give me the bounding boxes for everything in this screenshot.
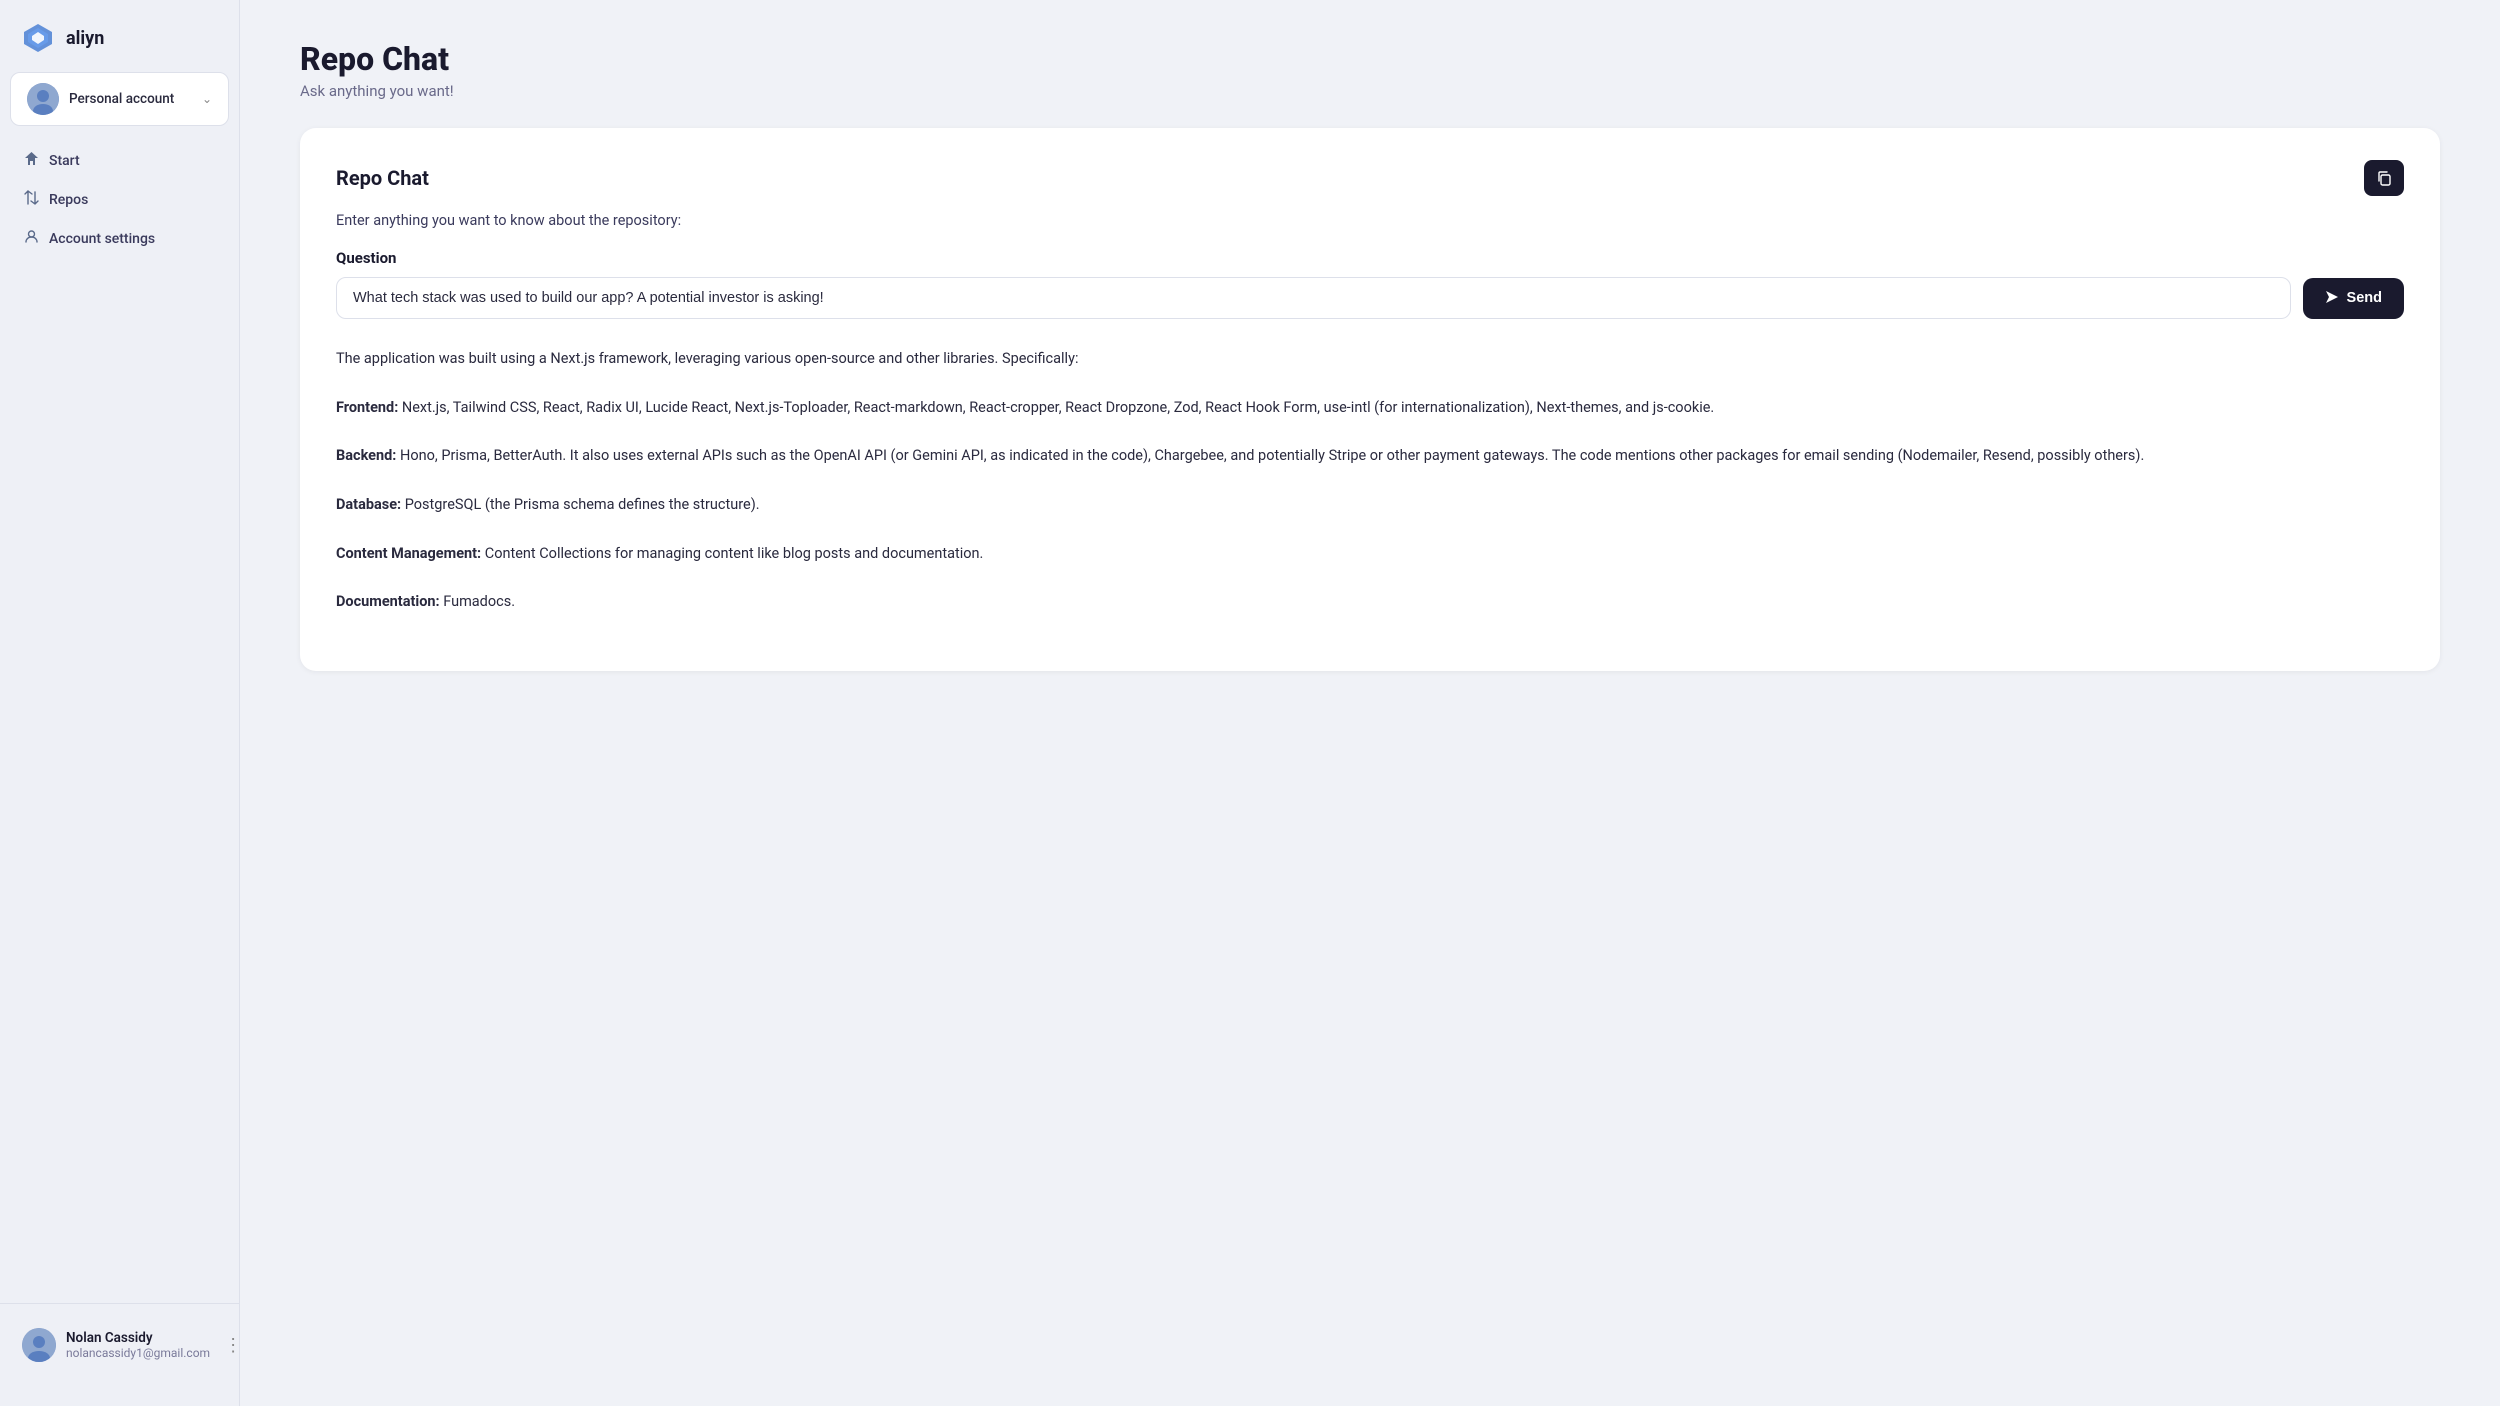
account-settings-icon <box>24 229 39 248</box>
question-input-area: Send <box>336 277 2404 319</box>
response-bold-label-frontend: Frontend: <box>336 399 398 416</box>
sidebar: aliyn Personal account ⌄ Start <box>0 0 240 1406</box>
response-bold-label-database: Database: <box>336 496 401 513</box>
sidebar-bottom: Nolan Cassidy nolancassidy1@gmail.com ⋮ <box>0 1303 239 1386</box>
logo-area: aliyn <box>0 20 239 72</box>
user-name: Nolan Cassidy <box>66 1330 210 1346</box>
chat-card-title: Repo Chat <box>336 166 429 190</box>
chat-card-header: Repo Chat <box>336 160 2404 196</box>
home-icon <box>24 151 39 170</box>
sidebar-item-start[interactable]: Start <box>10 142 229 179</box>
account-switcher[interactable]: Personal account ⌄ <box>10 72 229 126</box>
response-section-content-management: Content Management: Content Collections … <box>336 542 2404 567</box>
repos-icon <box>24 190 39 209</box>
repo-description: Enter anything you want to know about th… <box>336 212 2404 229</box>
user-footer: Nolan Cassidy nolancassidy1@gmail.com ⋮ <box>10 1320 229 1370</box>
response-bold-label-backend: Backend: <box>336 447 396 464</box>
response-text-backend: Backend: Hono, Prisma, BetterAuth. It al… <box>336 444 2404 469</box>
chevron-down-icon: ⌄ <box>202 92 212 106</box>
response-section-database: Database: PostgreSQL (the Prisma schema … <box>336 493 2404 518</box>
response-text-documentation: Documentation: Fumadocs. <box>336 590 2404 615</box>
page-header: Repo Chat Ask anything you want! <box>300 40 2440 100</box>
send-button[interactable]: Send <box>2303 278 2404 319</box>
response-text-content-management: Content Management: Content Collections … <box>336 542 2404 567</box>
response-text-frontend: Frontend: Next.js, Tailwind CSS, React, … <box>336 396 2404 421</box>
question-input[interactable] <box>336 277 2291 319</box>
chat-card: Repo Chat Enter anything you want to kno… <box>300 128 2440 671</box>
response-text-database: Database: PostgreSQL (the Prisma schema … <box>336 493 2404 518</box>
sidebar-item-repos[interactable]: Repos <box>10 181 229 218</box>
main-content: Repo Chat Ask anything you want! Repo Ch… <box>240 0 2500 1406</box>
send-label: Send <box>2347 290 2382 306</box>
avatar <box>27 83 59 115</box>
sidebar-item-account-settings-label: Account settings <box>49 231 155 247</box>
account-name: Personal account <box>69 91 192 107</box>
question-label: Question <box>336 249 2404 267</box>
sidebar-item-repos-label: Repos <box>49 192 88 208</box>
response-intro-section: The application was built using a Next.j… <box>336 347 2404 372</box>
response-sections: Frontend: Next.js, Tailwind CSS, React, … <box>336 396 2404 615</box>
nav-section: Start Repos Account settings <box>0 142 239 257</box>
user-info: Nolan Cassidy nolancassidy1@gmail.com <box>66 1330 210 1360</box>
sidebar-item-account-settings[interactable]: Account settings <box>10 220 229 257</box>
response-section-frontend: Frontend: Next.js, Tailwind CSS, React, … <box>336 396 2404 421</box>
user-avatar <box>22 1328 56 1362</box>
copy-button[interactable] <box>2364 160 2404 196</box>
response-intro: The application was built using a Next.j… <box>336 347 2404 372</box>
response-bold-label-content-management: Content Management: <box>336 545 481 562</box>
response-section-documentation: Documentation: Fumadocs. <box>336 590 2404 615</box>
response-bold-label-documentation: Documentation: <box>336 593 440 610</box>
response-section-backend: Backend: Hono, Prisma, BetterAuth. It al… <box>336 444 2404 469</box>
page-subtitle: Ask anything you want! <box>300 82 2440 100</box>
user-email: nolancassidy1@gmail.com <box>66 1346 210 1360</box>
logo-name: aliyn <box>66 28 104 49</box>
send-icon <box>2325 290 2339 307</box>
sidebar-item-start-label: Start <box>49 153 80 169</box>
logo-icon <box>20 20 56 56</box>
page-title: Repo Chat <box>300 40 2440 78</box>
